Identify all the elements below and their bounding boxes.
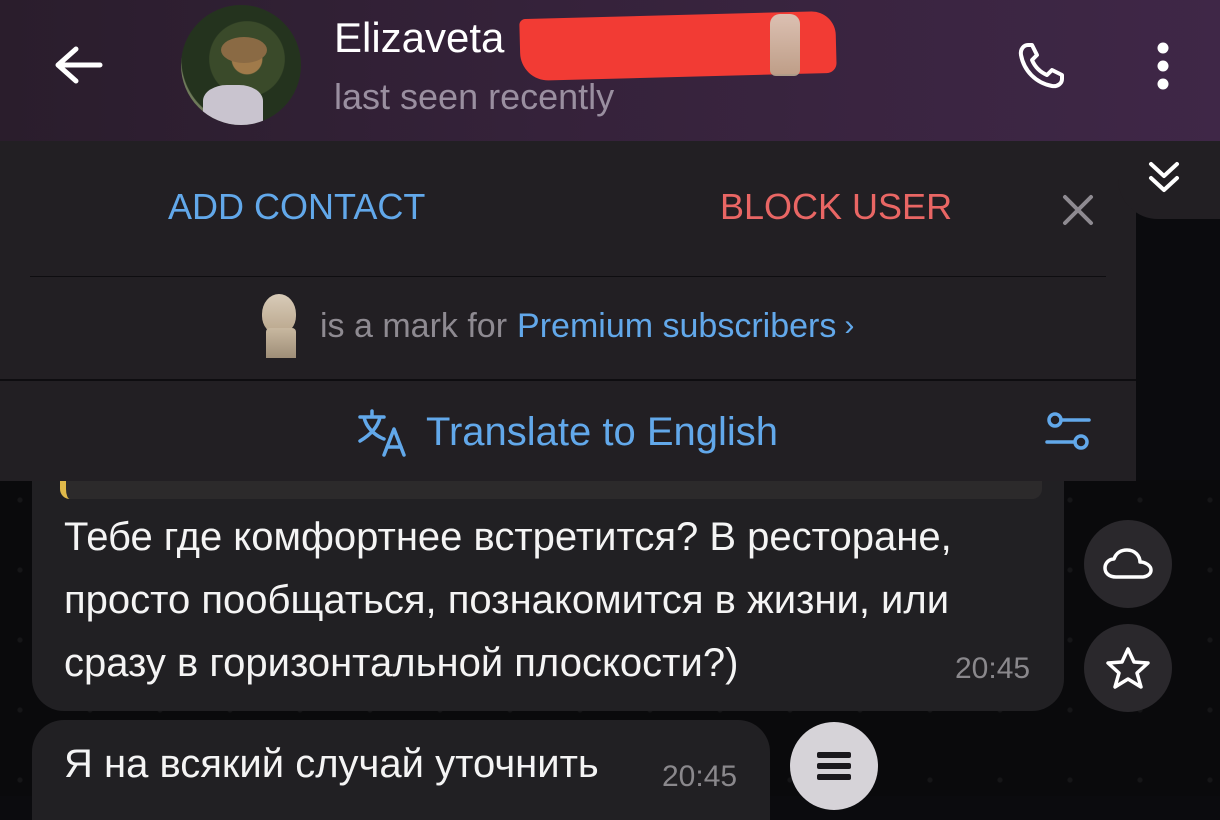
message-time: 20:45 [955,652,1031,685]
avatar[interactable] [181,5,301,125]
cloud-icon [1103,548,1153,579]
message-time: 20:45 [662,760,738,793]
close-panel-button[interactable] [1056,188,1100,232]
premium-info-row[interactable]: is a mark for Premium subscribers › [252,294,854,358]
collapse-double-chevron-icon [1149,162,1179,192]
chevron-right-icon: › [844,309,855,342]
divider [30,276,1106,277]
premium-info-text: is a mark for [320,306,508,345]
more-options-button[interactable] [1140,36,1186,96]
add-contact-button[interactable]: ADD CONTACT [168,186,425,228]
collapse-panel-button[interactable] [1140,150,1188,206]
bust-emoji-icon [252,294,302,358]
translate-button[interactable]: Translate to English [356,402,778,462]
star-icon [1106,647,1150,689]
premium-subscribers-link[interactable]: Premium subscribers [517,307,836,346]
favorite-button[interactable] [1084,624,1172,712]
reply-preview[interactable] [60,481,1042,499]
contact-name[interactable]: Elizaveta [334,14,504,62]
emoji-status-icon[interactable] [770,14,800,76]
phone-icon [1018,43,1064,89]
back-button[interactable] [48,38,108,92]
message-text: Я на всякий случай уточнить [64,742,599,786]
translate-settings-button[interactable] [1040,406,1096,456]
save-to-cloud-button[interactable] [1084,520,1172,608]
translate-label: Translate to English [426,409,779,454]
last-seen-status: last seen recently [334,76,615,117]
close-icon [1063,195,1093,225]
message-text: Тебе где комфортнее встретится? В рестор… [64,515,952,685]
menu-icon [817,752,851,780]
divider [0,379,1136,381]
more-vertical-icon [1157,42,1169,90]
translate-icon [358,409,406,457]
bot-menu-button[interactable] [790,722,878,810]
block-user-button[interactable]: BLOCK USER [720,186,952,228]
back-arrow-icon [55,46,103,84]
call-button[interactable] [1010,36,1072,96]
translate-settings-icon [1045,412,1091,450]
